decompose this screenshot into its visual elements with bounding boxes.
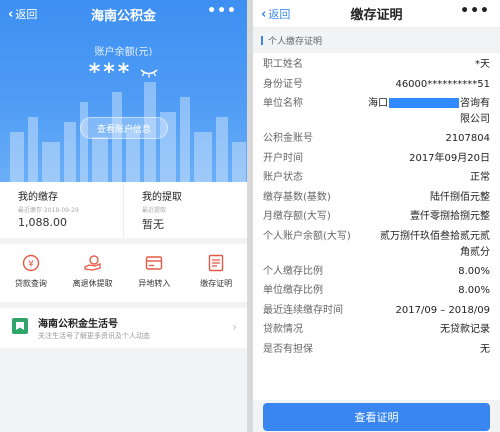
row-value: 贰万捌仟玖佰叁拾贰元贰角贰分 (380, 230, 490, 258)
view-certificate-button[interactable]: 查看证明 (263, 403, 490, 431)
info-row-id-number: 身份证号 46000**********51 (253, 75, 500, 95)
row-key: 职工姓名 (263, 59, 303, 70)
info-row-loan: 贷款情况 无贷款记录 (253, 320, 500, 340)
stat-title: 我的缴存 (18, 192, 58, 203)
life-account-logo-icon (12, 318, 28, 334)
stat-sub: 最近提取 (142, 207, 167, 214)
cta-area: 查看证明 (253, 400, 500, 432)
row-key: 单位缴存比例 (263, 285, 323, 296)
row-key: 开户时间 (263, 152, 303, 164)
info-row-balance: 个人账户余额(大写) 贰万捌仟玖佰叁拾贰元贰角贰分 (253, 227, 500, 262)
row-key: 账户状态 (263, 172, 303, 183)
row-value: 壹仟零捌拾捌元整 (410, 211, 490, 222)
right-nav-bar: ‹ 返回 缴存证明 ••• (253, 0, 500, 28)
certificate-card: 职工姓名 *天 身份证号 46000**********51 单位名称 海口 咨询… (253, 53, 500, 401)
info-row-company-ratio: 单位缴存比例 8.00% (253, 281, 500, 301)
row-value: 2017年09月20日 (409, 152, 490, 164)
loan-coin-icon: ¥ (22, 254, 40, 272)
info-row-base: 缴存基数(基数) 陆仟捌佰元整 (253, 188, 500, 208)
action-label: 离退休提取 (72, 279, 113, 288)
row-key: 最近连续缴存时间 (263, 304, 343, 316)
info-row-personal-ratio: 个人缴存比例 8.00% (253, 262, 500, 282)
back-label: 返回 (15, 8, 38, 21)
redaction-block (389, 98, 459, 108)
view-account-button[interactable]: 查看账户信息 (80, 117, 168, 139)
row-key: 缴存基数(基数) (263, 191, 331, 203)
stat-deposit[interactable]: 我的缴存 最近缴存 2018-09-29 1,088.00 (0, 182, 123, 238)
life-account-title: 海南公积金生活号 (38, 319, 118, 330)
left-nav-bar: ‹ 返回 海南公积金 ••• (0, 0, 247, 28)
card-transfer-icon (146, 256, 163, 270)
row-value: 8.00% (458, 285, 490, 296)
action-label: 异地转入 (138, 279, 171, 288)
company-prefix: 海口 (368, 98, 388, 109)
left-screen: ‹ 返回 海南公积金 ••• 账户余额(元) *** 查看账户信息 我的缴存 最… (0, 0, 247, 432)
row-value: 陆仟捌佰元整 (430, 191, 490, 203)
more-menu-icon[interactable]: ••• (460, 3, 490, 19)
action-label: 贷款查询 (14, 279, 47, 288)
row-key: 公积金账号 (263, 133, 313, 144)
stat-value: 1,088.00 (18, 216, 67, 229)
row-value: 46000**********51 (395, 78, 490, 90)
back-label: 返回 (268, 8, 291, 21)
balance-label: 账户余额(元) (94, 47, 153, 58)
row-value: 海口 咨询有限公司 (360, 96, 490, 128)
right-screen: ‹ 返回 缴存证明 ••• 个人缴存证明 职工姓名 *天 身份证号 46000*… (253, 0, 500, 432)
info-row-name: 职工姓名 *天 (253, 55, 500, 75)
row-value: 无 (480, 343, 490, 355)
row-key: 单位名称 (263, 98, 303, 109)
stat-title: 我的提取 (142, 192, 182, 203)
chevron-right-icon: › (232, 320, 237, 334)
hand-money-icon (83, 255, 101, 271)
row-key: 是否有担保 (263, 343, 313, 355)
quick-actions: ¥ 贷款查询 离退休提取 异地转入 缴存证明 (0, 244, 247, 302)
back-button[interactable]: ‹ 返回 (8, 6, 37, 22)
action-label: 缴存证明 (200, 279, 233, 288)
action-deposit-certificate[interactable]: 缴存证明 (186, 254, 246, 302)
row-key: 月缴存额(大写) (263, 211, 331, 222)
row-key: 身份证号 (263, 78, 303, 90)
stat-withdraw[interactable]: 我的提取 最近提取 暂无 (123, 182, 247, 238)
life-account-desc: 关注生活号了解更多资讯及个人动态 (38, 332, 150, 340)
balance-masked: *** (88, 60, 133, 85)
section-header: 个人缴存证明 (253, 28, 500, 53)
action-loan-query[interactable]: ¥ 贷款查询 (1, 254, 61, 302)
chevron-left-icon: ‹ (261, 6, 267, 22)
info-row-guarantee: 是否有担保 无 (253, 340, 500, 360)
info-row-open-date: 开户时间 2017年09月20日 (253, 149, 500, 169)
stat-sub: 最近缴存 2018-09-29 (18, 207, 79, 214)
back-button[interactable]: ‹ 返回 (261, 6, 290, 22)
row-value: 8.00% (458, 265, 490, 277)
row-value: 2017/09 – 2018/09 (395, 304, 490, 316)
eye-closed-icon[interactable] (140, 68, 158, 78)
svg-text:¥: ¥ (28, 260, 34, 270)
balance-value: *** (0, 60, 247, 85)
section-accent-bar (261, 36, 263, 45)
life-account-card[interactable]: 海南公积金生活号 关注生活号了解更多资讯及个人动态 › (0, 308, 247, 348)
row-value: 无贷款记录 (440, 324, 490, 335)
more-menu-icon[interactable]: ••• (207, 3, 237, 19)
info-row-account: 公积金账号 2107804 (253, 129, 500, 149)
info-row-continuous: 最近连续缴存时间 2017/09 – 2018/09 (253, 301, 500, 321)
action-retire-withdraw[interactable]: 离退休提取 (63, 254, 123, 302)
row-key: 个人缴存比例 (263, 265, 323, 277)
stats-panel: 我的缴存 最近缴存 2018-09-29 1,088.00 我的提取 最近提取 … (0, 182, 247, 238)
chevron-left-icon: ‹ (8, 6, 14, 22)
row-key: 个人账户余额(大写) (263, 230, 351, 242)
info-row-monthly: 月缴存额(大写) 壹仟零捌拾捌元整 (253, 207, 500, 227)
account-hero: ‹ 返回 海南公积金 ••• 账户余额(元) *** 查看账户信息 (0, 0, 247, 182)
info-row-status: 账户状态 正常 (253, 168, 500, 188)
action-transfer-in[interactable]: 异地转入 (124, 254, 184, 302)
company-suffix: 咨询有限公司 (460, 98, 490, 125)
row-value: 2107804 (445, 133, 490, 144)
row-key: 贷款情况 (263, 324, 303, 335)
row-value: *天 (475, 59, 490, 70)
row-value: 正常 (470, 172, 490, 183)
info-row-company: 单位名称 海口 咨询有限公司 (253, 94, 500, 129)
certificate-icon (208, 254, 224, 272)
stat-value: 暂无 (142, 218, 164, 231)
section-title: 个人缴存证明 (268, 37, 323, 47)
